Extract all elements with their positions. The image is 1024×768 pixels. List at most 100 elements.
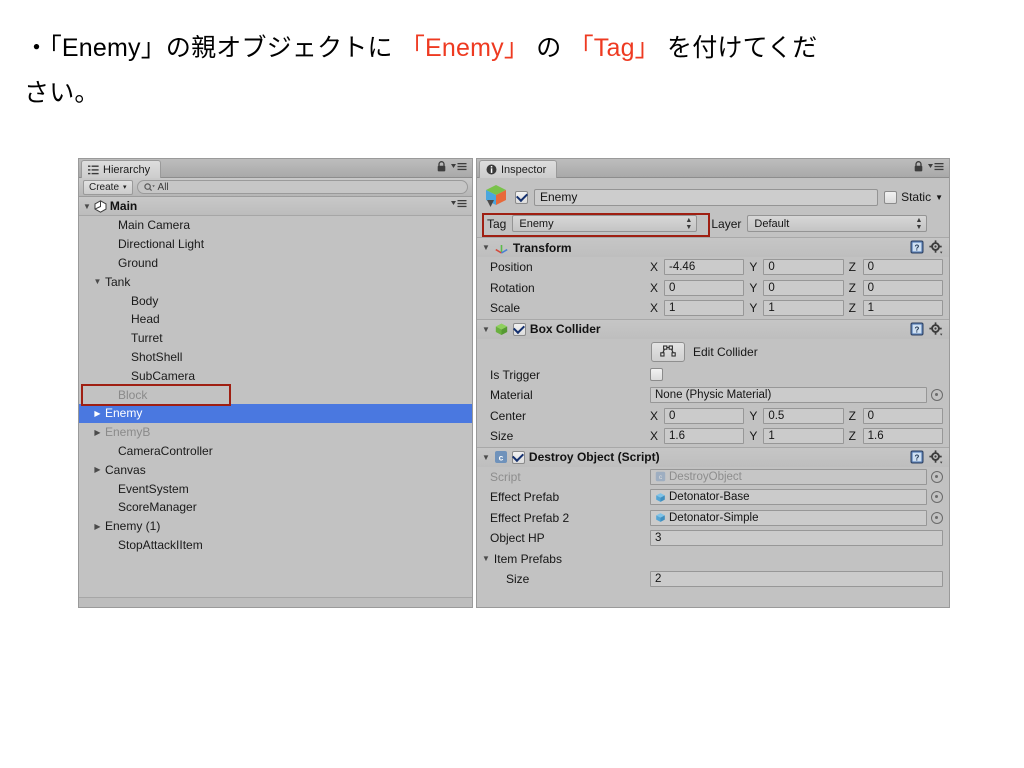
help-book-icon[interactable]: ? (910, 322, 924, 339)
hamburger-menu-icon[interactable] (928, 162, 944, 171)
vector3-field: X0Y0Z0 (650, 279, 949, 296)
field-scale-y[interactable]: 1 (763, 300, 844, 317)
search-input[interactable]: All (136, 180, 468, 194)
chevron-down-icon[interactable]: ▼ (482, 325, 490, 334)
hierarchy-item-turret[interactable]: Turret (79, 329, 472, 348)
script-icon: c (655, 471, 666, 482)
hamburger-menu-icon[interactable] (451, 162, 467, 171)
chevron-down-icon[interactable]: ▼ (482, 243, 490, 252)
tab-hierarchy[interactable]: Hierarchy (81, 160, 162, 178)
gameobject-enabled-checkbox[interactable] (515, 190, 528, 204)
field-center-x[interactable]: 0 (664, 407, 745, 424)
field-size-z[interactable]: 1.6 (862, 428, 943, 445)
object-picker-icon[interactable] (931, 511, 943, 524)
hierarchy-item-stopattackiitem[interactable]: StopAttackIItem (79, 536, 472, 555)
layer-dropdown[interactable]: Default ▲ ▼ (747, 215, 928, 232)
field-size-y[interactable]: 1 (763, 428, 844, 445)
hierarchy-item-cameracontroller[interactable]: CameraController (79, 442, 472, 461)
component-enabled-checkbox[interactable] (512, 322, 526, 336)
hierarchy-item-block[interactable]: Block (79, 385, 472, 404)
field-size-x[interactable]: 1.6 (664, 428, 745, 445)
chevron-down-icon[interactable]: ▼ (482, 554, 490, 563)
field-position-z[interactable]: 0 (862, 259, 943, 276)
field-position-y[interactable]: 0 (763, 259, 844, 276)
object-field[interactable]: None (Physic Material) (650, 387, 927, 404)
hierarchy-item-enemy[interactable]: ▶ Enemy (79, 403, 472, 423)
gear-icon[interactable] (929, 321, 943, 339)
tag-dropdown[interactable]: Enemy ▲ ▼ (512, 215, 698, 232)
hierarchy-item-ground[interactable]: Ground (79, 254, 472, 273)
static-toggle-group[interactable]: Static ▼ (884, 190, 943, 204)
field-rotation-x[interactable]: 0 (664, 279, 745, 296)
create-button[interactable]: Create ▾ (83, 179, 133, 195)
object-picker-icon[interactable] (931, 491, 943, 504)
axis-label-x: X (650, 260, 659, 275)
field-position-x[interactable]: -4.46 (664, 259, 745, 276)
object-field[interactable]: Detonator-Base (650, 489, 927, 506)
hierarchy-item-subcamera[interactable]: SubCamera (79, 366, 472, 385)
field-rotation-z[interactable]: 0 (862, 279, 943, 296)
help-book-icon[interactable]: ? (910, 450, 924, 467)
is-trigger-checkbox[interactable] (650, 368, 663, 382)
hierarchy-item-main-camera[interactable]: Main Camera (79, 216, 472, 235)
field-center-z[interactable]: 0 (862, 407, 943, 424)
gameobject-name-field[interactable]: Enemy (534, 188, 879, 206)
hierarchy-item-body[interactable]: Body (79, 291, 472, 310)
script-icon: c (494, 450, 508, 464)
caption-text-part-1: ・「Enemy」の親オブジェクトに (24, 34, 400, 62)
hierarchy-item-tank[interactable]: ▼ Tank (79, 272, 472, 291)
hierarchy-row-menu-icon[interactable] (451, 199, 467, 208)
field-scale-x[interactable]: 1 (664, 300, 745, 317)
component-enabled-checkbox[interactable] (511, 450, 525, 464)
object-picker-icon[interactable] (931, 470, 943, 483)
field-rotation-y[interactable]: 0 (763, 279, 844, 296)
hierarchy-item-head[interactable]: Head (79, 310, 472, 329)
value-text: 0 (867, 261, 875, 274)
tab-inspector[interactable]: Inspector (479, 160, 558, 178)
chevron-right-icon[interactable]: ▶ (92, 409, 103, 418)
lock-icon[interactable] (437, 161, 446, 172)
chevron-down-icon[interactable]: ▼ (92, 277, 103, 286)
gear-icon[interactable] (929, 449, 943, 467)
hierarchy-item-directional-light[interactable]: Directional Light (79, 235, 472, 254)
search-input-value: All (157, 181, 169, 193)
gear-icon[interactable] (929, 240, 943, 257)
hierarchy-item-enemy-1[interactable]: ▶ Enemy (1) (79, 517, 472, 536)
object-picker-icon[interactable] (931, 389, 943, 402)
field-center-y[interactable]: 0.5 (763, 407, 844, 424)
caption-highlight-tag: 「Tag」 (568, 34, 660, 62)
component-header[interactable]: ▼ c Destroy Object (Script)? (477, 447, 949, 467)
chevron-down-icon[interactable]: ▼ (482, 453, 490, 462)
hierarchy-item-enemyb[interactable]: ▶ EnemyB (79, 423, 472, 442)
axis-label-x: X (650, 280, 659, 295)
hierarchy-root-main[interactable]: ▼ Main (79, 197, 472, 216)
property-row-center: Center X 0 Y 0.5 Z 0 (477, 406, 949, 427)
caption-text-part-2: の (529, 34, 569, 62)
field-scale-z[interactable]: 1 (862, 300, 943, 317)
object-field[interactable]: c DestroyObject (650, 468, 927, 485)
lock-icon[interactable] (914, 161, 923, 172)
chevron-right-icon[interactable]: ▶ (92, 465, 103, 474)
hierarchy-item-scoremanager[interactable]: ScoreManager (79, 498, 472, 517)
text-field-size[interactable]: 2 (650, 571, 943, 588)
chevron-right-icon[interactable]: ▶ (92, 522, 103, 531)
component-header[interactable]: ▼ Box Collider? (477, 319, 949, 339)
hierarchy-item-canvas[interactable]: ▶ Canvas (79, 460, 472, 479)
axis-label-y: Y (749, 301, 758, 316)
hierarchy-item-eventsystem[interactable]: EventSystem (79, 479, 472, 498)
hierarchy-item-shotshell[interactable]: ShotShell (79, 348, 472, 367)
edit-collider-button[interactable] (651, 341, 685, 362)
tab-inspector-label: Inspector (501, 163, 547, 176)
component-header[interactable]: ▼ Transform? (477, 238, 949, 257)
property-label: Effect Prefab 2 (490, 510, 570, 525)
object-field[interactable]: Detonator-Simple (650, 509, 927, 526)
component-header-icons: ? (910, 240, 943, 257)
chevron-right-icon[interactable]: ▶ (92, 428, 103, 437)
help-book-icon[interactable]: ? (910, 240, 924, 257)
object-field-value: Detonator-Base (669, 491, 750, 504)
chevron-down-icon[interactable]: ▼ (83, 202, 91, 211)
static-checkbox[interactable] (884, 190, 898, 204)
value-text: 0 (768, 261, 775, 274)
chevron-down-icon[interactable]: ▼ (935, 193, 943, 202)
text-field-object-hp[interactable]: 3 (650, 530, 943, 547)
